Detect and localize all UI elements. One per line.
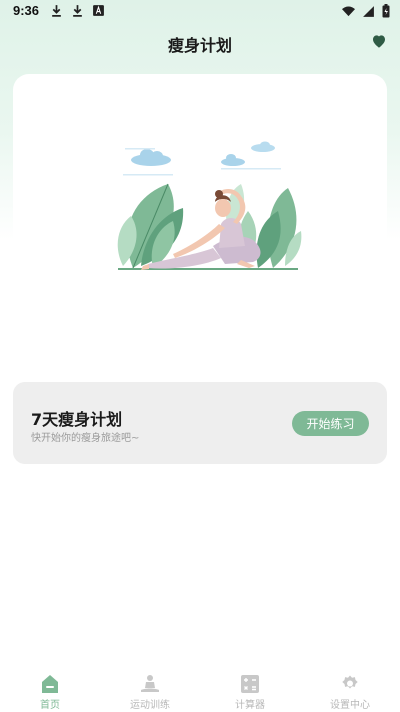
download-icon	[52, 5, 61, 17]
nav-item-training[interactable]: 运动训练	[110, 674, 190, 711]
plan-subtitle: 快开始你的瘦身旅途吧~	[31, 433, 140, 444]
bottom-nav: 首页 运动训练 计算器 设置中心	[0, 664, 400, 712]
cloud-icon	[131, 149, 171, 166]
plan-card[interactable]: 7天瘦身计划 快开始你的瘦身旅途吧~ 开始练习	[13, 382, 387, 464]
status-time: 9:36	[13, 3, 40, 18]
nav-label: 设置中心	[330, 700, 370, 711]
yoga-stretch-illustration	[117, 141, 302, 270]
start-practice-button[interactable]: 开始练习	[292, 411, 369, 436]
calculator-icon	[241, 675, 259, 693]
cloud-icon	[221, 154, 245, 166]
download-icon	[73, 5, 82, 17]
wifi-icon	[342, 6, 355, 16]
plan-title: 7天瘦身计划	[31, 410, 123, 429]
nav-item-home[interactable]: 首页	[10, 674, 90, 711]
nav-label: 计算器	[235, 700, 265, 711]
cloud-icon	[251, 141, 275, 152]
nav-item-settings[interactable]: 设置中心	[310, 674, 390, 711]
home-icon	[42, 675, 58, 693]
status-bar: 9:36	[0, 0, 400, 22]
app-notification-icon	[93, 5, 104, 16]
page-title: 瘦身计划	[167, 36, 232, 55]
signal-icon	[363, 5, 374, 17]
meditation-icon	[141, 675, 159, 692]
notification-icons	[50, 4, 105, 17]
battery-icon	[382, 4, 390, 18]
app-header: 瘦身计划	[0, 22, 400, 62]
system-icons	[342, 4, 390, 18]
nav-label: 首页	[40, 700, 60, 711]
nav-label: 运动训练	[130, 700, 170, 711]
heart-icon[interactable]	[371, 33, 387, 49]
hero-card	[13, 74, 387, 360]
gear-icon	[342, 675, 358, 689]
nav-item-calculator[interactable]: 计算器	[210, 674, 290, 711]
